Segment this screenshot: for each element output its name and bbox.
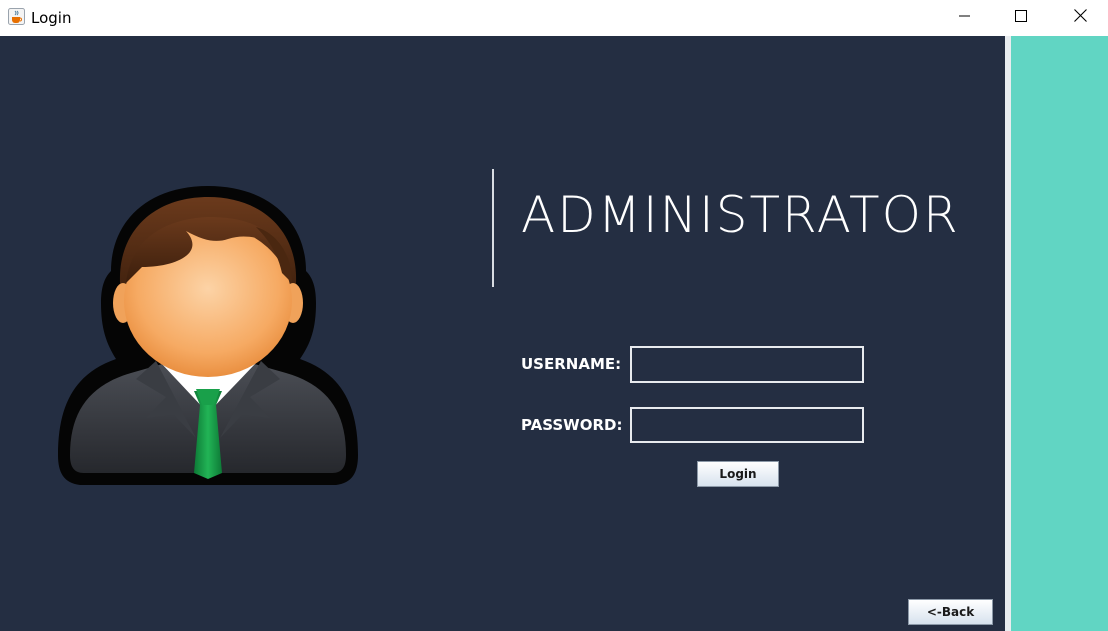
- page-title: ADMINISTRATOR: [521, 186, 960, 244]
- close-icon: [1073, 9, 1087, 27]
- username-label: USERNAME:: [521, 355, 622, 373]
- maximize-icon: [1015, 9, 1027, 27]
- login-button[interactable]: Login: [697, 461, 779, 487]
- back-button[interactable]: <-Back: [908, 599, 993, 625]
- accent-side-panel: [1011, 36, 1108, 631]
- java-cup-icon: [8, 8, 25, 25]
- window-titlebar: Login: [0, 0, 1108, 36]
- username-input[interactable]: [630, 346, 864, 383]
- close-button[interactable]: [1052, 0, 1108, 36]
- minimize-icon: [959, 9, 971, 27]
- heading-divider: [492, 169, 494, 287]
- administrator-avatar-icon: [56, 183, 360, 489]
- password-input[interactable]: [630, 407, 864, 443]
- minimize-button[interactable]: [937, 0, 993, 36]
- maximize-button[interactable]: [993, 0, 1049, 36]
- password-label: PASSWORD:: [521, 416, 623, 434]
- window-title: Login: [31, 9, 72, 27]
